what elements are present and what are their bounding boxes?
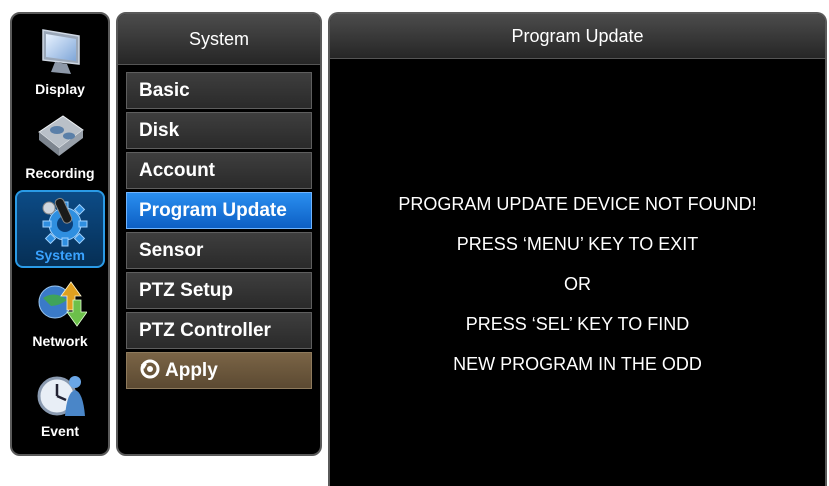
gear-icon (42, 197, 88, 247)
rail-item-system[interactable]: System (15, 190, 105, 268)
rail-item-event[interactable]: Event (15, 364, 105, 442)
system-menu-panel: System Basic Disk Account Program Update… (116, 12, 322, 456)
program-update-panel: Program Update PROGRAM UPDATE DEVICE NOT… (328, 12, 827, 486)
monitor-icon (42, 29, 80, 74)
apply-refresh-icon (140, 359, 160, 379)
main-title: Program Update (330, 14, 825, 59)
menu-item-account[interactable]: Account (126, 152, 312, 189)
rail-label-system: System (35, 247, 85, 263)
apply-button[interactable]: Apply (126, 352, 312, 389)
apply-label: Apply (165, 360, 218, 381)
rail-label-display: Display (35, 81, 85, 97)
menu-item-sensor[interactable]: Sensor (126, 232, 312, 269)
menu-item-basic[interactable]: Basic (126, 72, 312, 109)
message-line: PROGRAM UPDATE DEVICE NOT FOUND! (398, 194, 757, 214)
hard-disk-icon (38, 115, 84, 156)
message-line: PRESS ‘MENU’ KEY TO EXIT (456, 234, 699, 254)
rail-label-network: Network (32, 333, 88, 349)
category-sidebar: Display Recording System Network Event (10, 12, 110, 456)
rail-item-display[interactable]: Display (15, 22, 105, 100)
network-arrows-icon (38, 281, 87, 327)
clock-person-icon (37, 376, 85, 416)
menu-item-program-update[interactable]: Program Update (126, 192, 312, 229)
message-line: NEW PROGRAM IN THE ODD (453, 354, 702, 374)
menu-item-disk[interactable]: Disk (126, 112, 312, 149)
message-line: PRESS ‘SEL’ KEY TO FIND (465, 314, 690, 334)
menu-item-ptz-controller[interactable]: PTZ Controller (126, 312, 312, 349)
rail-item-recording[interactable]: Recording (15, 106, 105, 184)
menu-item-ptz-setup[interactable]: PTZ Setup (126, 272, 312, 309)
rail-label-event: Event (40, 423, 80, 439)
rail-item-network[interactable]: Network (15, 274, 105, 352)
message-line: OR (564, 274, 591, 294)
menu-title: System (118, 14, 320, 65)
message-area: PROGRAM UPDATE DEVICE NOT FOUND! PRESS ‘… (330, 184, 825, 384)
rail-label-recording: Recording (25, 165, 95, 181)
